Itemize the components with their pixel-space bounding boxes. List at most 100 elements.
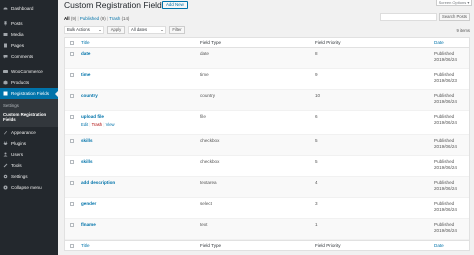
row-checkbox[interactable] (70, 181, 74, 185)
row-field-type: date (200, 51, 209, 56)
row-title-link[interactable]: skills (81, 159, 93, 164)
chevron-down-icon (161, 30, 163, 31)
sidebar-item-appearance[interactable]: Appearance (0, 127, 58, 138)
row-field-priority: 9 (315, 72, 318, 77)
submenu-item-custom-registration-fields[interactable]: Custom Registration Fields (0, 110, 58, 124)
row-checkbox[interactable] (70, 115, 74, 119)
sidebar-item-label: Media (11, 32, 24, 37)
view-all-link[interactable]: All (9) (64, 16, 76, 21)
select-all-checkbox[interactable] (70, 41, 74, 45)
row-actions: Edit | Trash | View (81, 122, 115, 127)
row-view-link[interactable]: View (106, 122, 115, 127)
sidebar-item-registration-fields[interactable]: Registration Fields (0, 88, 58, 99)
screen-options-button[interactable]: Screen Options ▾ (436, 0, 472, 6)
column-title-footer[interactable]: Title (81, 243, 90, 248)
chevron-down-icon (99, 30, 101, 31)
row-field-priority: 6 (315, 114, 318, 119)
row-title-link[interactable]: gender (81, 201, 96, 206)
row-checkbox[interactable] (70, 52, 74, 56)
registration-fields-icon (3, 91, 8, 96)
bulk-actions-select[interactable]: Bulk Actions (64, 26, 104, 34)
row-field-priority: 5 (315, 159, 318, 164)
sidebar-item-dashboard[interactable]: Dashboard (0, 3, 58, 14)
column-date-footer[interactable]: Date (434, 243, 444, 249)
row-trash-link[interactable]: Trash (92, 122, 103, 127)
sidebar-item-pages[interactable]: Pages (0, 40, 58, 51)
table-header: Title Field Type Field Priority Date (65, 38, 469, 48)
comment-icon (3, 54, 8, 59)
view-published-link[interactable]: Published (9) (80, 16, 106, 21)
row-title-link[interactable]: add description (81, 180, 115, 185)
sidebar-item-products[interactable]: Products (0, 77, 58, 88)
row-field-priority: 3 (315, 201, 318, 206)
row-title-link[interactable]: upload file (81, 114, 104, 119)
plugins-icon (3, 141, 8, 146)
admin-sidebar: Dashboard Posts Media Pages Comments Woo… (0, 0, 58, 255)
sidebar-item-users[interactable]: Users (0, 149, 58, 160)
row-field-priority: 8 (315, 51, 318, 56)
view-filters: All (9) | Published (9) | Trash (14) (64, 16, 130, 21)
row-checkbox[interactable] (70, 139, 74, 143)
sidebar-item-media[interactable]: Media (0, 29, 58, 40)
row-checkbox[interactable] (70, 73, 74, 77)
main-content: Custom Registration Fields Add New Scree… (58, 0, 474, 255)
collapse-icon (3, 185, 8, 190)
row-checkbox[interactable] (70, 94, 74, 98)
dates-select[interactable]: All dates (128, 26, 166, 34)
sidebar-item-label: Products (11, 80, 30, 85)
column-date-header[interactable]: Date (434, 40, 444, 46)
users-icon (3, 152, 8, 157)
sidebar-item-label: Settings (11, 174, 28, 179)
table-row: skills checkbox 5 Published 2019/06/24 (65, 135, 469, 156)
media-icon (3, 32, 8, 37)
column-field-priority-footer: Field Priority (315, 243, 341, 248)
sidebar-item-label: Dashboard (11, 6, 34, 11)
apply-button[interactable]: Apply (107, 26, 125, 34)
filter-button[interactable]: Filter (169, 26, 185, 34)
row-title-link[interactable]: country (81, 93, 98, 98)
table-row: gender select 3 Published 2019/06/24 (65, 198, 469, 219)
sidebar-item-label: Pages (11, 43, 25, 48)
row-title-link[interactable]: date (81, 51, 90, 56)
row-field-type: checkbox (200, 159, 220, 164)
table-row: upload file Edit | Trash | View file 6 P… (65, 111, 469, 135)
row-date: Published 2019/06/24 (434, 201, 457, 212)
sidebar-item-label: Tools (11, 163, 22, 168)
row-date: Published 2019/06/24 (434, 93, 457, 104)
row-checkbox[interactable] (70, 160, 74, 164)
sidebar-item-plugins[interactable]: Plugins (0, 138, 58, 149)
row-title-link[interactable]: flname (81, 222, 96, 227)
row-title-link[interactable]: skills (81, 138, 93, 143)
row-date: Published 2019/06/24 (434, 114, 457, 125)
row-date: Published 2019/06/24 (434, 138, 457, 149)
row-checkbox[interactable] (70, 202, 74, 206)
row-field-type: text (200, 222, 208, 227)
sidebar-item-settings[interactable]: Settings (0, 171, 58, 182)
products-icon (3, 80, 8, 85)
row-date: Published 2019/06/24 (434, 159, 457, 170)
tools-icon (3, 163, 8, 168)
sidebar-item-label: Posts (11, 21, 23, 26)
sidebar-item-label: Appearance (11, 130, 36, 135)
sidebar-item-label: Registration Fields (11, 91, 50, 96)
row-checkbox[interactable] (70, 223, 74, 227)
row-field-type: country (200, 93, 216, 98)
search-posts-button[interactable]: Search Posts (439, 13, 470, 21)
sidebar-item-woocommerce[interactable]: WooCommerce (0, 66, 58, 77)
select-all-checkbox[interactable] (70, 244, 74, 248)
add-new-button[interactable]: Add New (162, 1, 188, 9)
column-title-header[interactable]: Title (81, 40, 90, 45)
sidebar-item-comments[interactable]: Comments (0, 51, 58, 62)
submenu-item-settings[interactable]: Settings (0, 101, 58, 110)
row-field-priority: 5 (315, 138, 318, 143)
row-field-priority: 4 (315, 180, 318, 185)
sidebar-item-tools[interactable]: Tools (0, 160, 58, 171)
search-input[interactable] (380, 13, 437, 21)
view-trash-link[interactable]: Trash (14) (109, 16, 129, 21)
sidebar-item-posts[interactable]: Posts (0, 18, 58, 29)
row-edit-link[interactable]: Edit (81, 122, 88, 127)
row-title-link[interactable]: time (81, 72, 90, 77)
sidebar-collapse[interactable]: Collapse menu (0, 182, 58, 193)
sidebar-item-label: Comments (11, 54, 34, 59)
table-footer: Title Field Type Field Priority Date (65, 240, 469, 250)
